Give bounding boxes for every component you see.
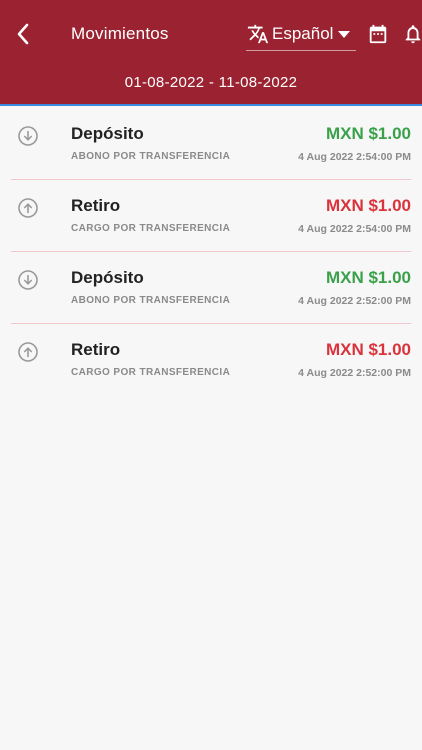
back-chevron-icon: [17, 23, 29, 45]
app-header: Movimientos Español 01-08-2022 - 11-08-2…: [0, 0, 422, 106]
movement-date: 4 Aug 2022 2:54:00 PM: [298, 223, 411, 235]
movement-date: 4 Aug 2022 2:54:00 PM: [298, 151, 411, 163]
movement-title: Depósito: [71, 124, 144, 143]
list-item[interactable]: Depósito ABONO POR TRANSFERENCIA MXN $1.…: [11, 252, 411, 324]
date-range-label: 01-08-2022 - 11-08-2022: [124, 74, 298, 91]
list-item[interactable]: Retiro CARGO POR TRANSFERENCIA MXN $1.00…: [11, 180, 411, 252]
movement-description: CARGO POR TRANSFERENCIA: [71, 223, 231, 234]
movement-amount: MXN $1.00: [325, 124, 411, 143]
movement-amount: MXN $1.00: [325, 268, 411, 287]
movement-date: 4 Aug 2022 2:52:00 PM: [298, 295, 411, 307]
movement-description: ABONO POR TRANSFERENCIA: [71, 151, 231, 162]
movement-title: Retiro: [71, 340, 121, 359]
movement-description: CARGO POR TRANSFERENCIA: [71, 367, 231, 378]
list-item[interactable]: Retiro CARGO POR TRANSFERENCIA MXN $1.00…: [11, 324, 411, 396]
movement-title: Depósito: [71, 268, 144, 287]
movement-title: Retiro: [71, 196, 121, 215]
caret-down-icon: [338, 31, 350, 38]
list-item[interactable]: Depósito ABONO POR TRANSFERENCIA MXN $1.…: [11, 108, 411, 180]
arrow-up-circle-icon: [18, 342, 38, 362]
bell-icon: [405, 25, 421, 44]
arrow-up-circle-icon: [18, 198, 38, 218]
movements-list: Depósito ABONO POR TRANSFERENCIA MXN $1.…: [0, 108, 422, 396]
language-select[interactable]: Español: [246, 19, 356, 51]
movement-description: ABONO POR TRANSFERENCIA: [71, 295, 231, 306]
calendar-icon: [369, 24, 387, 44]
movement-amount: MXN $1.00: [325, 196, 411, 215]
language-value: Español: [272, 24, 334, 43]
page-title: Movimientos: [71, 24, 169, 43]
back-button[interactable]: [8, 19, 38, 49]
arrow-down-circle-icon: [18, 270, 38, 290]
movement-amount: MXN $1.00: [325, 340, 411, 359]
arrow-down-circle-icon: [18, 126, 38, 146]
translate-icon: [247, 24, 269, 44]
notifications-button[interactable]: [402, 23, 422, 45]
movement-date: 4 Aug 2022 2:52:00 PM: [298, 367, 411, 379]
calendar-button[interactable]: [367, 23, 389, 45]
